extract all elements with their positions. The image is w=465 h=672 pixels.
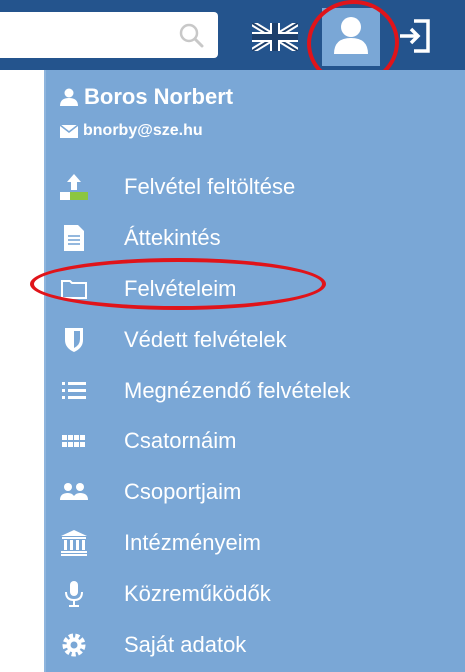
channels-icon [62,435,85,448]
envelope-icon [60,124,78,138]
institution-icon [61,529,87,556]
document-icon [64,225,84,252]
menu-item-own-data[interactable]: Saját adatok [46,619,465,670]
menu-item-my-recordings[interactable]: Felvételeim [46,264,465,315]
menu-item-groups[interactable]: Csoportjaim [46,467,465,518]
settings-icon [62,633,86,657]
menu-item-watchlist[interactable]: Megnézendő felvételek [46,365,465,416]
user-dropdown-menu: Boros Norbert bnorby@sze.hu Felvétel fel… [44,70,465,672]
sign-out-icon[interactable] [398,18,432,54]
profile-name-text: Boros Norbert [84,84,234,109]
menu-item-overview[interactable]: Áttekintés [46,213,465,264]
folder-icon [61,279,87,299]
menu-item-contributors[interactable]: Közreműködők [46,568,465,619]
uk-flag-icon[interactable] [252,23,298,51]
search-icon[interactable] [178,22,204,48]
profile-email-text: bnorby@sze.hu [83,122,203,139]
profile-name: Boros Norbert [60,84,233,110]
menu-list: Felvétel feltöltése Áttekintés Felvétele… [46,162,465,670]
menu-item-protected[interactable]: Védett felvételek [46,314,465,365]
top-bar [0,0,465,70]
menu-item-upload[interactable]: Felvétel feltöltése [46,162,465,213]
user-menu-button[interactable] [322,8,380,66]
group-icon [60,483,88,501]
shield-icon [65,327,83,352]
upload-icon [60,174,88,201]
menu-item-institutions[interactable]: Intézményeim [46,518,465,569]
user-icon [60,88,78,106]
list-icon [62,381,86,399]
search-input[interactable] [0,12,218,58]
menu-item-channels[interactable]: Csatornáim [46,416,465,467]
user-icon [334,17,368,54]
profile-email: bnorby@sze.hu [60,122,203,140]
microphone-icon [65,580,83,607]
